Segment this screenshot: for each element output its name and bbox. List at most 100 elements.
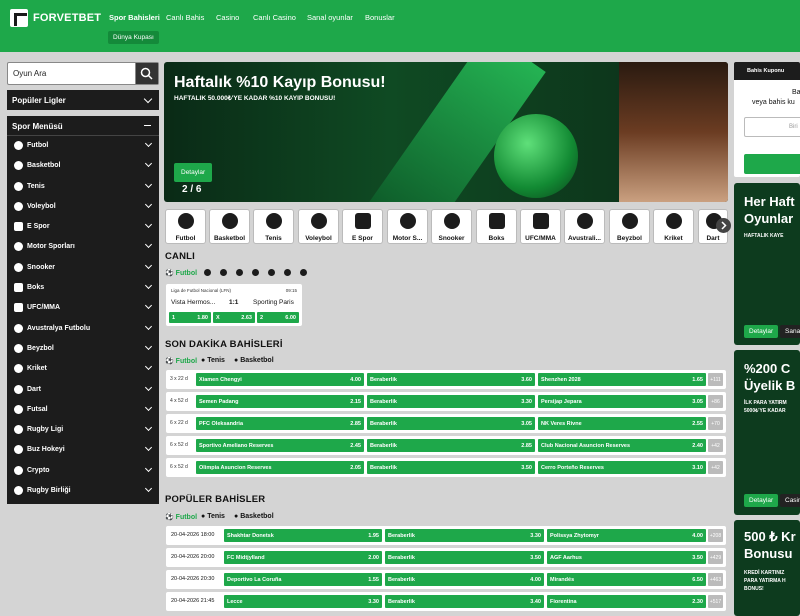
tennis-icon[interactable] <box>220 269 227 276</box>
promo-secondary-button[interactable]: Casino <box>780 494 800 507</box>
search-input[interactable]: Oyun Ara <box>13 69 46 78</box>
odd-button-away[interactable]: Club Nacional Asuncion Reserves 2.40 <box>538 439 706 452</box>
odd-button-away[interactable]: Shenzhen 2028 1.65 <box>538 373 706 386</box>
nav-live-betting[interactable]: Canlı Bahis <box>166 13 204 22</box>
odd-button-home[interactable]: Lecce 3.30 <box>224 595 382 608</box>
odd-button-away[interactable]: 2 6.00 <box>257 312 299 323</box>
sport-item-motor[interactable]: Motor Sporları <box>7 237 159 257</box>
more-markets-button[interactable]: +208 <box>708 529 723 542</box>
sport-item-ufc[interactable]: UFC/MMA <box>7 298 159 318</box>
odd-button-home[interactable]: PFC Oleksandria 2.85 <box>196 417 364 430</box>
banner-details-button[interactable]: Detaylar <box>174 163 213 182</box>
popular-leagues-panel[interactable]: Popüler Ligler <box>7 90 159 110</box>
basketball-icon[interactable] <box>204 269 211 276</box>
table-row[interactable]: 6 x 52 d Olimpia Asuncion Reserves 2.05 B… <box>166 458 726 477</box>
odd-button-home[interactable]: Deportivo La Coruña 1.55 <box>224 573 382 586</box>
odd-button-draw[interactable]: Beraberlik 3.60 <box>367 373 535 386</box>
more-markets-button[interactable]: +463 <box>708 573 723 586</box>
nav-casino[interactable]: Casino <box>216 13 239 22</box>
more-markets-button[interactable]: +429 <box>708 551 723 564</box>
breaking-filter-basketbol[interactable]: ● Basketbol <box>234 357 274 364</box>
booking-code-input[interactable]: Biri <box>744 117 800 137</box>
more-markets-button[interactable]: +517 <box>708 595 723 608</box>
odd-button-home[interactable]: FC Midtjylland 2.00 <box>224 551 382 564</box>
sport-item-beyzbol[interactable]: Beyzbol <box>7 339 159 359</box>
odd-button-home[interactable]: Shakhtar Donetsk 1.95 <box>224 529 382 542</box>
sport-tab-kriket[interactable]: Kriket <box>653 209 694 244</box>
more-markets-button[interactable]: +86 <box>708 395 723 408</box>
sport-item-tenis[interactable]: Tenis <box>7 177 159 197</box>
sport-item-rugby-union[interactable]: Rugby Birliği <box>7 481 159 501</box>
promo-card-credit[interactable]: 500 ₺ Kr Bonusu KREDİ KARTINIZ PARA YATI… <box>734 520 800 616</box>
live-filter-futbol[interactable]: ⚽ Futbol <box>165 269 197 277</box>
popular-filter-tenis[interactable]: ● Tenis <box>201 513 225 520</box>
sport-item-rugby-league[interactable]: Rugby Ligi <box>7 420 159 440</box>
odd-button-draw[interactable]: Beraberlik 4.00 <box>385 573 544 586</box>
sport-tab-snooker[interactable]: Snooker <box>431 209 472 244</box>
scroll-right-button[interactable] <box>716 218 731 233</box>
snooker-icon[interactable] <box>300 269 307 276</box>
promo-card-virtual[interactable]: Her Haft Oyunlar HAFTALIK KAYE Detaylar … <box>734 183 800 345</box>
table-row[interactable]: 6 x 52 d Sportivo Ameliano Reserves 2.45 … <box>166 436 726 455</box>
sport-item-aussie-rules[interactable]: Avustralya Futbolu <box>7 319 159 339</box>
table-row[interactable]: 20-04-2026 18:00 Shakhtar Donetsk 1.95 Be… <box>166 526 726 545</box>
sport-item-voleybol[interactable]: Voleybol <box>7 197 159 217</box>
nav-virtual-games[interactable]: Sanal oyunlar <box>307 13 353 22</box>
table-row[interactable]: 20-04-2026 21:45 Lecce 3.30 Beraberlik 3.4… <box>166 592 726 611</box>
promo-secondary-button[interactable]: Sanal <box>780 325 800 338</box>
table-row[interactable]: 20-04-2026 20:00 FC Midtjylland 2.00 Bera… <box>166 548 726 567</box>
sport-item-boks[interactable]: Boks <box>7 278 159 298</box>
odd-button-away[interactable]: Fiorentina 2.30 <box>547 595 706 608</box>
sport-tab-futbol[interactable]: Futbol <box>165 209 206 244</box>
odd-button-draw[interactable]: Beraberlik 3.40 <box>385 595 544 608</box>
promo-banner[interactable]: Haftalık %10 Kayıp Bonusu! HAFTALIK 50.0… <box>164 62 728 202</box>
odd-button-home[interactable]: Semen Padang 2.15 <box>196 395 364 408</box>
odd-button-home[interactable]: Xiamen Chengyi 4.00 <box>196 373 364 386</box>
breaking-filter-tenis[interactable]: ● Tenis <box>201 357 225 364</box>
sport-item-ice-hockey[interactable]: Buz Hokeyi <box>7 440 159 460</box>
odd-button-home[interactable]: Olimpia Asuncion Reserves 2.05 <box>196 461 364 474</box>
breaking-filter-futbol[interactable]: ⚽ Futbol <box>165 357 197 365</box>
sport-tab-tenis[interactable]: Tenis <box>253 209 294 244</box>
nav-sports-betting[interactable]: Spor Bahisleri <box>109 13 160 22</box>
futsal-icon[interactable] <box>284 269 291 276</box>
promo-details-button[interactable]: Detaylar <box>744 494 779 507</box>
promo-card-casino[interactable]: %200 C Üyelik B İLK PARA YATIRM 5000₺'YE… <box>734 350 800 515</box>
more-markets-button[interactable]: +42 <box>708 439 723 452</box>
sport-item-espor[interactable]: E Spor <box>7 217 159 237</box>
sport-tab-beyzbol[interactable]: Beyzbol <box>609 209 650 244</box>
sport-tab-boks[interactable]: Boks <box>476 209 517 244</box>
betslip-title[interactable]: Bahis Kuponu <box>734 62 800 80</box>
more-markets-button[interactable]: +111 <box>708 373 723 386</box>
odd-button-draw[interactable]: Beraberlik 3.30 <box>385 529 544 542</box>
odd-button-away[interactable]: Persijap Jepara 3.05 <box>538 395 706 408</box>
table-row[interactable]: 6 x 22 d PFC Oleksandria 2.85 Beraberlik 3… <box>166 414 726 433</box>
odd-button-draw[interactable]: Beraberlik 2.85 <box>367 439 535 452</box>
sport-tab-ufc[interactable]: UFC/MMA <box>520 209 561 244</box>
odd-button-away[interactable]: Mirandés 6.50 <box>547 573 706 586</box>
nav-world-cup[interactable]: Dünya Kupası <box>108 31 159 44</box>
odd-button-draw[interactable]: Beraberlik 3.30 <box>367 395 535 408</box>
nav-live-casino[interactable]: Canlı Casino <box>253 13 296 22</box>
table-row[interactable]: 3 x 22 d Xiamen Chengyi 4.00 Beraberlik 3.… <box>166 370 726 389</box>
sport-tab-espor[interactable]: E Spor <box>342 209 383 244</box>
brand-name[interactable]: FORVETBET <box>33 12 101 24</box>
volleyball-icon[interactable] <box>236 269 243 276</box>
more-markets-button[interactable]: +42 <box>708 461 723 474</box>
nav-bonuses[interactable]: Bonuslar <box>365 13 395 22</box>
sport-tab-aussie-rules[interactable]: Avustrali... <box>564 209 605 244</box>
odd-button-away[interactable]: Cerro Porteño Reserves 3.10 <box>538 461 706 474</box>
brand-logo-icon[interactable] <box>10 9 28 27</box>
esports-icon[interactable] <box>252 269 259 276</box>
odd-button-draw[interactable]: Beraberlik 3.50 <box>367 461 535 474</box>
table-row[interactable]: 20-04-2026 20:30 Deportivo La Coruña 1.55… <box>166 570 726 589</box>
sport-item-futsal[interactable]: Futsal <box>7 400 159 420</box>
odd-button-draw[interactable]: Beraberlik 3.05 <box>367 417 535 430</box>
search-button[interactable] <box>135 63 158 84</box>
popular-filter-basketbol[interactable]: ● Basketbol <box>234 513 274 520</box>
sport-tab-voleybol[interactable]: Voleybol <box>298 209 339 244</box>
collapse-icon[interactable] <box>144 125 151 126</box>
sport-item-futbol[interactable]: Futbol <box>7 136 159 156</box>
odd-button-away[interactable]: Polissya Zhytomyr 4.00 <box>547 529 706 542</box>
sport-item-basketbol[interactable]: Basketbol <box>7 156 159 176</box>
